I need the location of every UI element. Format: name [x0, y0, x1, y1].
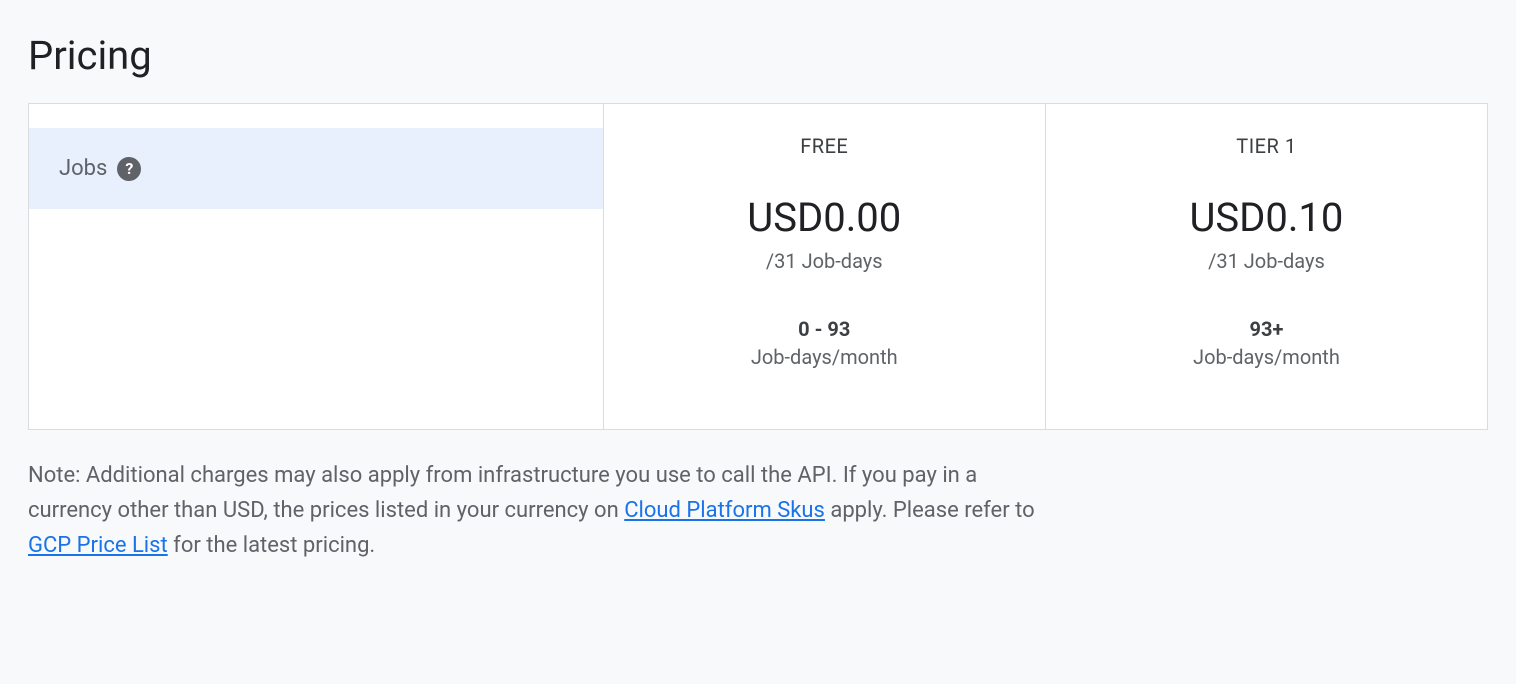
tier-range: 0 - 93: [624, 317, 1025, 341]
tier-range-unit: Job-days/month: [1066, 345, 1467, 369]
row-header: Jobs ?: [29, 128, 603, 209]
tier-1: TIER 1 USD0.10 /31 Job-days 93+ Job-days…: [1046, 104, 1487, 429]
note-text-2: apply. Please refer to: [825, 498, 1035, 523]
cloud-platform-skus-link[interactable]: Cloud Platform Skus: [624, 498, 825, 523]
tier-price: USD0.00: [624, 194, 1025, 241]
tier-unit: /31 Job-days: [624, 249, 1025, 273]
tier-range-unit: Job-days/month: [624, 345, 1025, 369]
page-title: Pricing: [28, 32, 1488, 79]
tier-free: FREE USD0.00 /31 Job-days 0 - 93 Job-day…: [604, 104, 1046, 429]
help-icon[interactable]: ?: [117, 157, 141, 181]
row-header-column: Jobs ?: [29, 104, 604, 429]
note-text-3: for the latest pricing.: [168, 533, 376, 558]
tier-price: USD0.10: [1066, 194, 1467, 241]
pricing-table: Jobs ? FREE USD0.00 /31 Job-days 0 - 93 …: [28, 103, 1488, 430]
row-header-label: Jobs: [59, 156, 107, 181]
tier-unit: /31 Job-days: [1066, 249, 1467, 273]
tier-name: FREE: [624, 134, 1025, 158]
spacer: [29, 104, 603, 128]
tier-range: 93+: [1066, 317, 1467, 341]
tier-name: TIER 1: [1066, 134, 1467, 158]
gcp-price-list-link[interactable]: GCP Price List: [28, 533, 168, 558]
pricing-note: Note: Additional charges may also apply …: [28, 458, 1052, 564]
